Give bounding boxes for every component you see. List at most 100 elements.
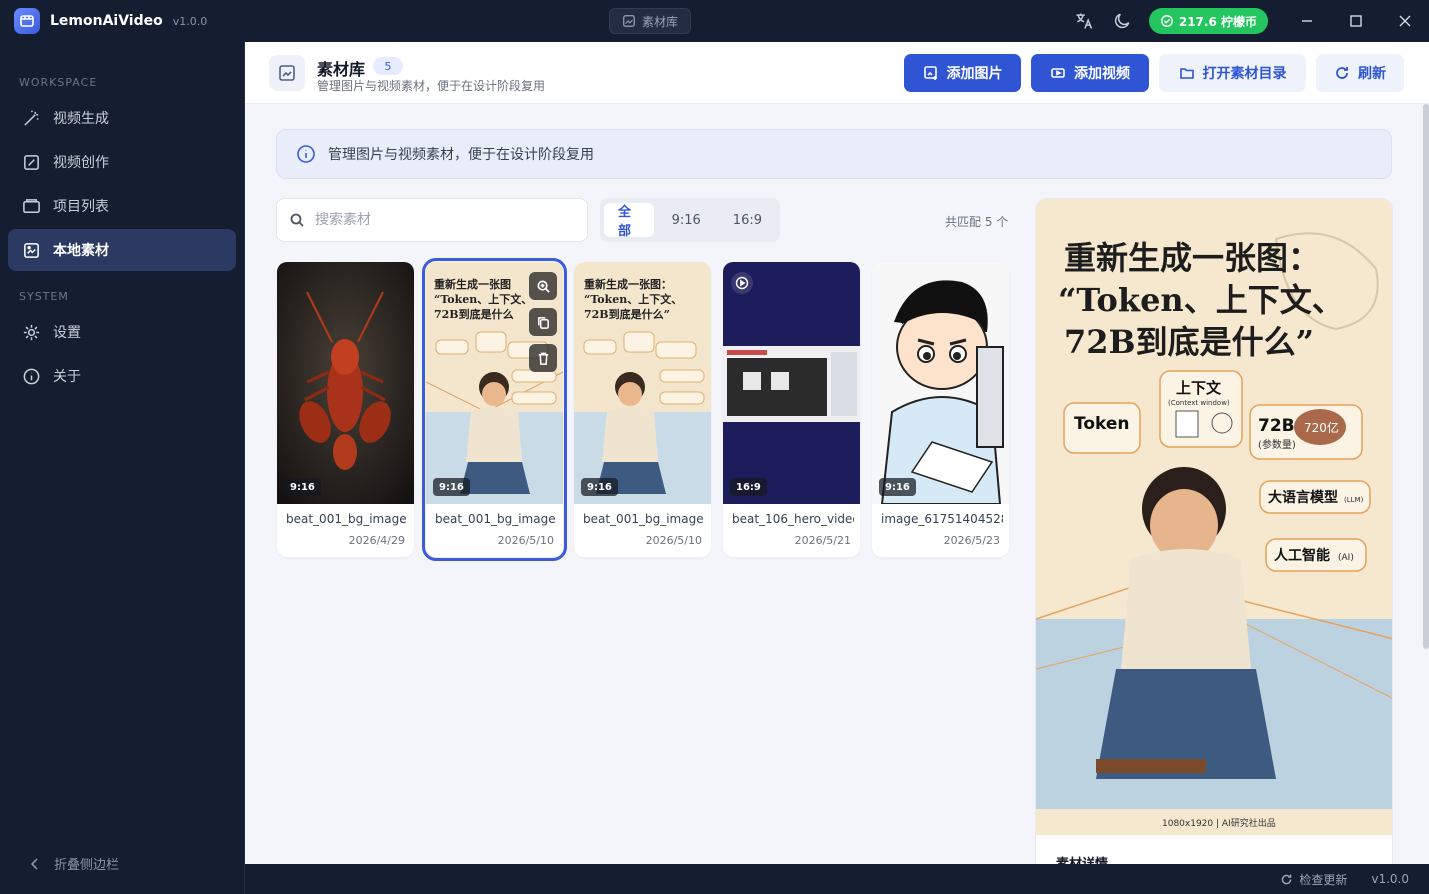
ratio-badge: 9:16 bbox=[581, 478, 618, 496]
sidebar-item-video-generate[interactable]: 视频生成 bbox=[8, 97, 236, 139]
close-button[interactable] bbox=[1380, 0, 1429, 42]
poster-title-3: 72B到底是什么” bbox=[1064, 323, 1314, 361]
asset-card[interactable]: 重新生成一张图： “Token、上下文、 72B到底是什么” 9:16 beat… bbox=[574, 262, 711, 557]
app-name: LemonAiVideo bbox=[50, 13, 163, 29]
page-subtitle: 管理图片与视频素材，便于在设计阶段复用 bbox=[317, 79, 546, 93]
filter-all[interactable]: 全部 bbox=[604, 203, 654, 239]
titlebar-actions: 217.6 柠檬币 bbox=[1065, 0, 1429, 42]
asset-card-selected[interactable]: 重新生成一张图 “Token、上下文、 72B到底是什么 9:16 beat_0… bbox=[422, 258, 567, 561]
moon-icon[interactable] bbox=[1103, 0, 1141, 42]
sidebar-item-projects[interactable]: 项目列表 bbox=[8, 185, 236, 227]
add-image-button[interactable]: 添加图片 bbox=[904, 54, 1021, 92]
sidebar-item-label: 设置 bbox=[53, 325, 81, 341]
app-version: v1.0.0 bbox=[172, 14, 208, 28]
collapse-sidebar-button[interactable]: 折叠侧边栏 bbox=[28, 854, 119, 873]
open-folder-button[interactable]: 打开素材目录 bbox=[1159, 54, 1306, 92]
center-tab-label: 素材库 bbox=[642, 14, 679, 29]
sidebar-item-label: 视频生成 bbox=[53, 111, 109, 127]
asset-card[interactable]: 9:16 image_617514045285 2026/5/23 bbox=[872, 262, 1009, 557]
svg-text:72B到底是什么”: 72B到底是什么” bbox=[584, 307, 670, 321]
filter-9-16[interactable]: 9:16 bbox=[658, 203, 715, 237]
add-video-label: 添加视频 bbox=[1074, 66, 1130, 82]
sidebar-item-settings[interactable]: 设置 bbox=[8, 311, 236, 353]
check-update-button[interactable]: 检查更新 bbox=[1280, 871, 1347, 888]
translate-icon[interactable] bbox=[1065, 0, 1103, 42]
refresh-icon bbox=[1282, 874, 1292, 884]
image-library-icon bbox=[623, 15, 635, 27]
asset-name: beat_001_bg_image bbox=[583, 512, 704, 526]
asset-name: image_617514045285 bbox=[881, 512, 1003, 526]
asset-detail-title: 素材详情 bbox=[1056, 853, 1108, 864]
sidebar-item-label: 本地素材 bbox=[53, 243, 109, 259]
image-library-icon bbox=[24, 242, 39, 258]
main-content: 素材库 5 管理图片与视频素材，便于在设计阶段复用 添加图片 添加视频 打开素材… bbox=[245, 42, 1429, 864]
svg-text:重新生成一张图：: 重新生成一张图： bbox=[584, 277, 672, 291]
gear-icon bbox=[23, 324, 40, 340]
poster-bubble-720: 720亿 bbox=[1304, 420, 1339, 435]
check-update-label: 检查更新 bbox=[1299, 872, 1348, 887]
search-box bbox=[276, 198, 588, 242]
poster-bubble-token: Token bbox=[1074, 414, 1130, 434]
refresh-label: 刷新 bbox=[1358, 66, 1386, 82]
add-image-icon bbox=[923, 66, 937, 80]
video-icon bbox=[1051, 68, 1065, 78]
poster-bubble-context: 上下文 bbox=[1176, 379, 1222, 397]
center-tab[interactable]: 素材库 bbox=[609, 8, 692, 34]
card-tools bbox=[529, 272, 557, 372]
filter-16-9[interactable]: 16:9 bbox=[719, 203, 776, 237]
title-bar: LemonAiVideo v1.0.0 素材库 217.6 柠檬币 bbox=[0, 0, 1429, 42]
asset-name: beat_001_bg_image bbox=[286, 512, 407, 526]
coin-balance-text: 217.6 柠檬币 bbox=[1178, 14, 1257, 29]
trash-icon bbox=[538, 352, 548, 365]
refresh-button[interactable]: 刷新 bbox=[1316, 54, 1404, 92]
status-bar: 检查更新 v1.0.0 bbox=[245, 864, 1429, 894]
sidebar-item-local-assets[interactable]: 本地素材 bbox=[8, 229, 236, 271]
poster-bubble-ai: 人工智能 bbox=[1274, 547, 1330, 564]
asset-date: 2026/5/10 bbox=[645, 534, 702, 547]
delete-button[interactable] bbox=[529, 344, 557, 372]
sidebar: WORKSPACE 视频生成 视频创作 项目列表 本地素材 SYSTEM 设置 … bbox=[0, 42, 245, 894]
folder-icon bbox=[1179, 68, 1194, 79]
maximize-button[interactable] bbox=[1331, 0, 1380, 42]
add-image-label: 添加图片 bbox=[946, 66, 1003, 82]
sidebar-item-label: 视频创作 bbox=[53, 155, 109, 171]
section-label-workspace: WORKSPACE bbox=[19, 76, 98, 89]
refresh-icon bbox=[1336, 67, 1348, 79]
main-scrollbar[interactable] bbox=[1423, 104, 1429, 649]
asset-date: 2026/4/29 bbox=[348, 534, 405, 547]
asset-thumbnail: 重新生成一张图： “Token、上下文、 72B到底是什么” bbox=[574, 262, 711, 504]
svg-text:72B到底是什么: 72B到底是什么 bbox=[434, 307, 514, 321]
ratio-badge: 9:16 bbox=[284, 478, 321, 496]
asset-thumbnail bbox=[277, 262, 414, 504]
copy-button[interactable] bbox=[529, 308, 557, 336]
edit-icon bbox=[24, 154, 39, 170]
svg-text:重新生成一张图: 重新生成一张图 bbox=[434, 277, 511, 291]
asset-date: 2026/5/10 bbox=[497, 534, 554, 547]
asset-card[interactable]: 16:9 beat_106_hero_video 2026/5/21 bbox=[723, 262, 860, 557]
poster-bubble-params: (参数量) bbox=[1258, 438, 1296, 451]
folder-icon bbox=[23, 198, 40, 213]
svg-text:“Token、上下文、: “Token、上下文、 bbox=[434, 292, 532, 306]
info-icon bbox=[23, 368, 40, 384]
sidebar-item-about[interactable]: 关于 bbox=[8, 355, 236, 397]
zoom-in-icon bbox=[537, 280, 550, 293]
add-video-button[interactable]: 添加视频 bbox=[1031, 54, 1149, 92]
poster-footer: 1080x1920 | AI研究社出品 bbox=[1162, 817, 1276, 829]
poster-title-2: “Token、上下文、 bbox=[1058, 281, 1344, 319]
search-input[interactable] bbox=[315, 212, 575, 228]
sidebar-item-video-create[interactable]: 视频创作 bbox=[8, 141, 236, 183]
ratio-filter: 全部 9:16 16:9 bbox=[600, 198, 780, 242]
poster-bubble-ai-en: (AI) bbox=[1338, 553, 1354, 563]
section-label-system: SYSTEM bbox=[19, 290, 69, 303]
asset-count-badge: 5 bbox=[373, 57, 403, 75]
asset-preview-panel: 重新生成一张图： “Token、上下文、 72B到底是什么” Token 上下文… bbox=[1035, 198, 1393, 864]
minimize-button[interactable] bbox=[1282, 0, 1331, 42]
zoom-preview-button[interactable] bbox=[529, 272, 557, 300]
play-icon[interactable] bbox=[731, 272, 753, 294]
sidebar-item-label: 项目列表 bbox=[53, 199, 109, 215]
poster-title-1: 重新生成一张图： bbox=[1064, 239, 1320, 277]
status-version: v1.0.0 bbox=[1371, 872, 1409, 886]
coin-balance-badge[interactable]: 217.6 柠檬币 bbox=[1148, 8, 1268, 34]
asset-name: beat_001_bg_image bbox=[435, 512, 556, 526]
asset-card[interactable]: 9:16 beat_001_bg_image 2026/4/29 bbox=[277, 262, 414, 557]
